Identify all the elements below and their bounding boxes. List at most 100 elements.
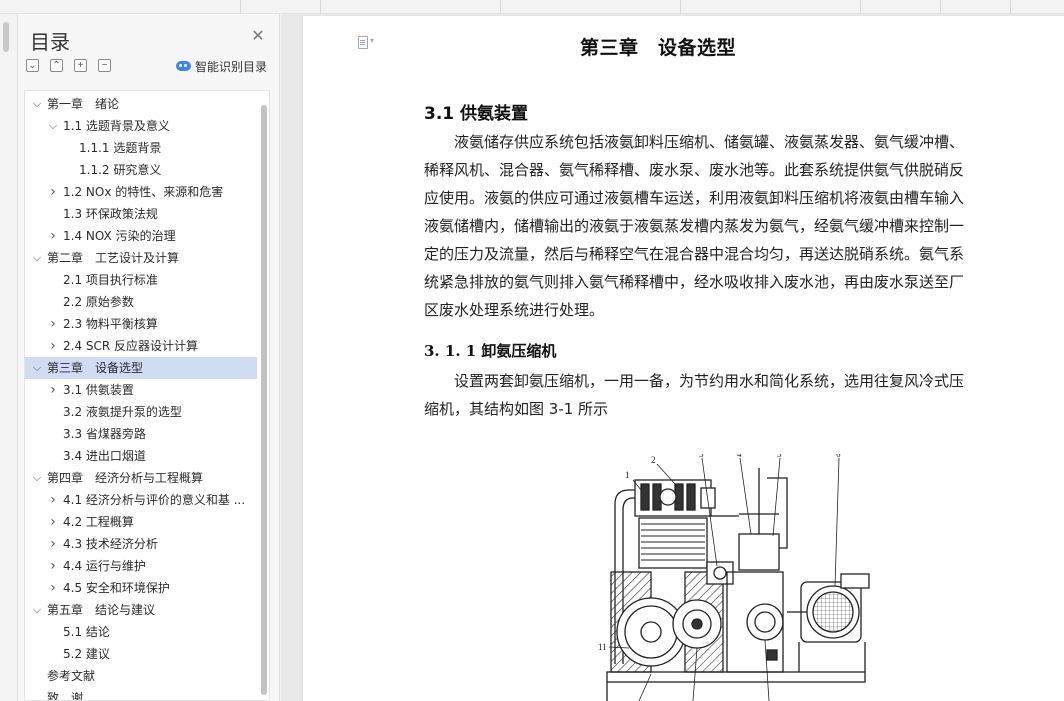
toc-item[interactable]: › 1.2 NOx 的特性、来源和危害	[25, 181, 257, 203]
ruler-bar	[0, 0, 1064, 14]
toc-item-label: 4.5 安全和环境保护	[63, 581, 170, 595]
chevron-down-icon[interactable]: ⌵	[31, 247, 43, 269]
chevron-right-icon[interactable]: ›	[47, 555, 59, 577]
toc-item[interactable]: 致 谢	[25, 687, 257, 701]
toc-item[interactable]: › 4.2 工程概算	[25, 511, 257, 533]
toc-item-label: 5.1 结论	[63, 625, 110, 639]
toc-item[interactable]: 1.3 环保政策法规	[25, 203, 257, 225]
toc-item[interactable]: › 2.3 物料平衡核算	[25, 313, 257, 335]
chevron-right-icon[interactable]: ›	[47, 225, 59, 247]
toc-item[interactable]: 参考文献	[25, 665, 257, 687]
text-line: 统紧急排放的氨气则排入氨气稀释槽中，经水吸收排入废水池，再由废水泵送至厂	[424, 273, 965, 291]
toc-item-label: 1.1.2 研究意义	[79, 163, 162, 177]
toc-item[interactable]: › 4.1 经济分析与评价的意义和基 ...	[25, 489, 257, 511]
chevron-right-icon[interactable]: ›	[47, 533, 59, 555]
remove-heading-icon[interactable]: −	[98, 59, 111, 72]
smart-toc-label: 智能识别目录	[195, 59, 268, 74]
app-window: 目录 ✕ ⌄ ⌃ + − 智能识别目录 ⌵ 第一章 绪论 ⌵ 1.1 选题背景及意义 1…	[0, 0, 1064, 701]
toc-title: 目录	[30, 30, 70, 54]
toc-item-label: 2.2 原始参数	[63, 295, 134, 309]
text-line: 定的压力及流量，然后与稀释空气在混合器中混合均匀，再送达脱硝系统。氨气系	[424, 245, 965, 263]
text-line: 缩机，其结构如图 3-1 所示	[424, 400, 609, 418]
toc-list: ⌵ 第一章 绪论 ⌵ 1.1 选题背景及意义 1.1.1 选题背景 1.1.2 研究意义 ›…	[25, 93, 257, 701]
chevron-down-icon[interactable]: ⌵	[31, 93, 43, 115]
toc-item-label: 4.4 运行与维护	[63, 559, 146, 573]
expand-up-icon[interactable]: ⌃	[50, 59, 63, 72]
toc-list-container: ⌵ 第一章 绪论 ⌵ 1.1 选题背景及意义 1.1.1 选题背景 1.1.2 研究意义 ›…	[24, 90, 270, 701]
toc-item-label: 4.1 经济分析与评价的意义和基 ...	[63, 493, 246, 507]
chevron-down-icon[interactable]: ⌵	[47, 115, 59, 137]
toc-item[interactable]: ⌵ 第五章 结论与建议	[25, 599, 257, 621]
toc-item[interactable]: ⌵ 第三章 设备选型	[25, 357, 257, 379]
toc-item[interactable]: 2.2 原始参数	[25, 291, 257, 313]
chevron-right-icon[interactable]: ›	[47, 577, 59, 599]
callout-2: 2	[651, 455, 656, 465]
toc-item-label: 2.4 SCR 反应器设计计算	[63, 339, 199, 353]
compressor-figure: 1 2 3 4 5 6 11	[589, 454, 889, 701]
toc-item[interactable]: › 4.3 技术经济分析	[25, 533, 257, 555]
callout-11: 11	[598, 642, 607, 652]
toc-item[interactable]: 3.3 省煤器旁路	[25, 423, 257, 445]
text-line: 稀释风机、混合器、氨气稀释槽、废水泵、废水池等。此套系统提供氨气供脱硝反	[424, 161, 965, 179]
callout-5: 5	[777, 454, 782, 459]
chevron-down-icon[interactable]: ⌵	[31, 357, 43, 379]
chevron-down-icon[interactable]: ⌵	[31, 599, 43, 621]
toc-item-label: 致 谢	[47, 691, 84, 701]
toc-item-label: 第二章 工艺设计及计算	[47, 251, 180, 265]
toc-item[interactable]: › 1.4 NOX 污染的治理	[25, 225, 257, 247]
toc-item-label: 第三章 设备选型	[47, 361, 144, 375]
toc-item-label: 3.1 供氨装置	[63, 383, 134, 397]
toc-item-label: 1.3 环保政策法规	[63, 207, 158, 221]
close-icon[interactable]: ✕	[250, 29, 266, 45]
toc-item-label: 5.2 建议	[63, 647, 110, 661]
chevron-right-icon[interactable]: ›	[47, 335, 59, 357]
chevron-right-icon[interactable]: ›	[47, 489, 59, 511]
toc-item-label: 第一章 绪论	[47, 97, 120, 111]
toc-item[interactable]: 3.2 液氨提升泵的选型	[25, 401, 257, 423]
cloud-ai-icon	[176, 61, 191, 71]
toc-item[interactable]: 2.1 项目执行标准	[25, 269, 257, 291]
callout-3: 3	[699, 454, 704, 459]
chapter-title: 第三章 设备选型	[579, 37, 736, 59]
chevron-right-icon[interactable]: ›	[47, 181, 59, 203]
toc-item[interactable]: › 3.1 供氨装置	[25, 379, 257, 401]
toc-item[interactable]: ⌵ 第二章 工艺设计及计算	[25, 247, 257, 269]
toc-item-label: 3.3 省煤器旁路	[63, 427, 146, 441]
paragraph-compressor: 设置两套卸氨压缩机，一用一备，为节约用水和简化系统，选用往复风冷式压 缩机，其结构…	[424, 367, 996, 423]
toc-item[interactable]: 3.4 进出口烟道	[25, 445, 257, 467]
toc-item[interactable]: › 2.4 SCR 反应器设计计算	[25, 335, 257, 357]
toc-item[interactable]: › 4.5 安全和环境保护	[25, 577, 257, 599]
toc-item[interactable]: 5.1 结论	[25, 621, 257, 643]
collapse-all-icon[interactable]: ⌄	[26, 59, 39, 72]
subsection-title: 3. 1. 1 卸氨压缩机	[424, 342, 557, 360]
panel-grip-handle[interactable]	[3, 22, 9, 52]
compressor-drawing: 1 2 3 4 5 6 11	[598, 454, 870, 701]
toc-item-label: 1.2 NOx 的特性、来源和危害	[63, 185, 224, 199]
add-heading-icon[interactable]: +	[74, 59, 87, 72]
chevron-right-icon[interactable]: ›	[47, 511, 59, 533]
toc-scrollbar[interactable]	[261, 105, 267, 695]
left-side-strip	[0, 14, 18, 701]
toc-item-label: 2.3 物料平衡核算	[63, 317, 158, 331]
toc-item-label: 2.1 项目执行标准	[63, 273, 158, 287]
document-page[interactable]: ▾ 第三章 设备选型 3.1 供氨装置 液氨储存供应系统包括液氨卸料压缩机、储氨…	[303, 16, 1064, 701]
toc-item[interactable]: › 4.4 运行与维护	[25, 555, 257, 577]
text-line: 液氨储槽内，储槽输出的液氨于液氨蒸发槽内蒸发为氨气，经氨气缓冲槽来控制一	[424, 217, 965, 235]
toc-item[interactable]: 1.1.2 研究意义	[25, 159, 257, 181]
toc-item[interactable]: 5.2 建议	[25, 643, 257, 665]
toc-item[interactable]: ⌵ 第四章 经济分析与工程概算	[25, 467, 257, 489]
toc-item[interactable]: ⌵ 第一章 绪论	[25, 93, 257, 115]
text-line: 液氨储存供应系统包括液氨卸料压缩机、储氨罐、液氨蒸发器、氨气缓冲槽、	[424, 133, 965, 151]
toc-item-label: 第五章 结论与建议	[47, 603, 156, 617]
chevron-down-icon[interactable]: ⌵	[31, 467, 43, 489]
smart-toc-button[interactable]: 智能识别目录	[176, 57, 267, 75]
chevron-right-icon[interactable]: ›	[47, 379, 59, 401]
chevron-right-icon[interactable]: ›	[47, 313, 59, 335]
toc-item-label: 1.4 NOX 污染的治理	[63, 229, 176, 243]
text-line: 设置两套卸氨压缩机，一用一备，为节约用水和简化系统，选用往复风冷式压	[424, 372, 965, 390]
toc-item[interactable]: 1.1.1 选题背景	[25, 137, 257, 159]
toc-item-label: 1.1 选题背景及意义	[63, 119, 170, 133]
callout-6: 6	[836, 454, 841, 459]
toc-panel: 目录 ✕ ⌄ ⌃ + − 智能识别目录 ⌵ 第一章 绪论 ⌵ 1.1 选题背景及意义 1…	[18, 14, 280, 701]
toc-item[interactable]: ⌵ 1.1 选题背景及意义	[25, 115, 257, 137]
